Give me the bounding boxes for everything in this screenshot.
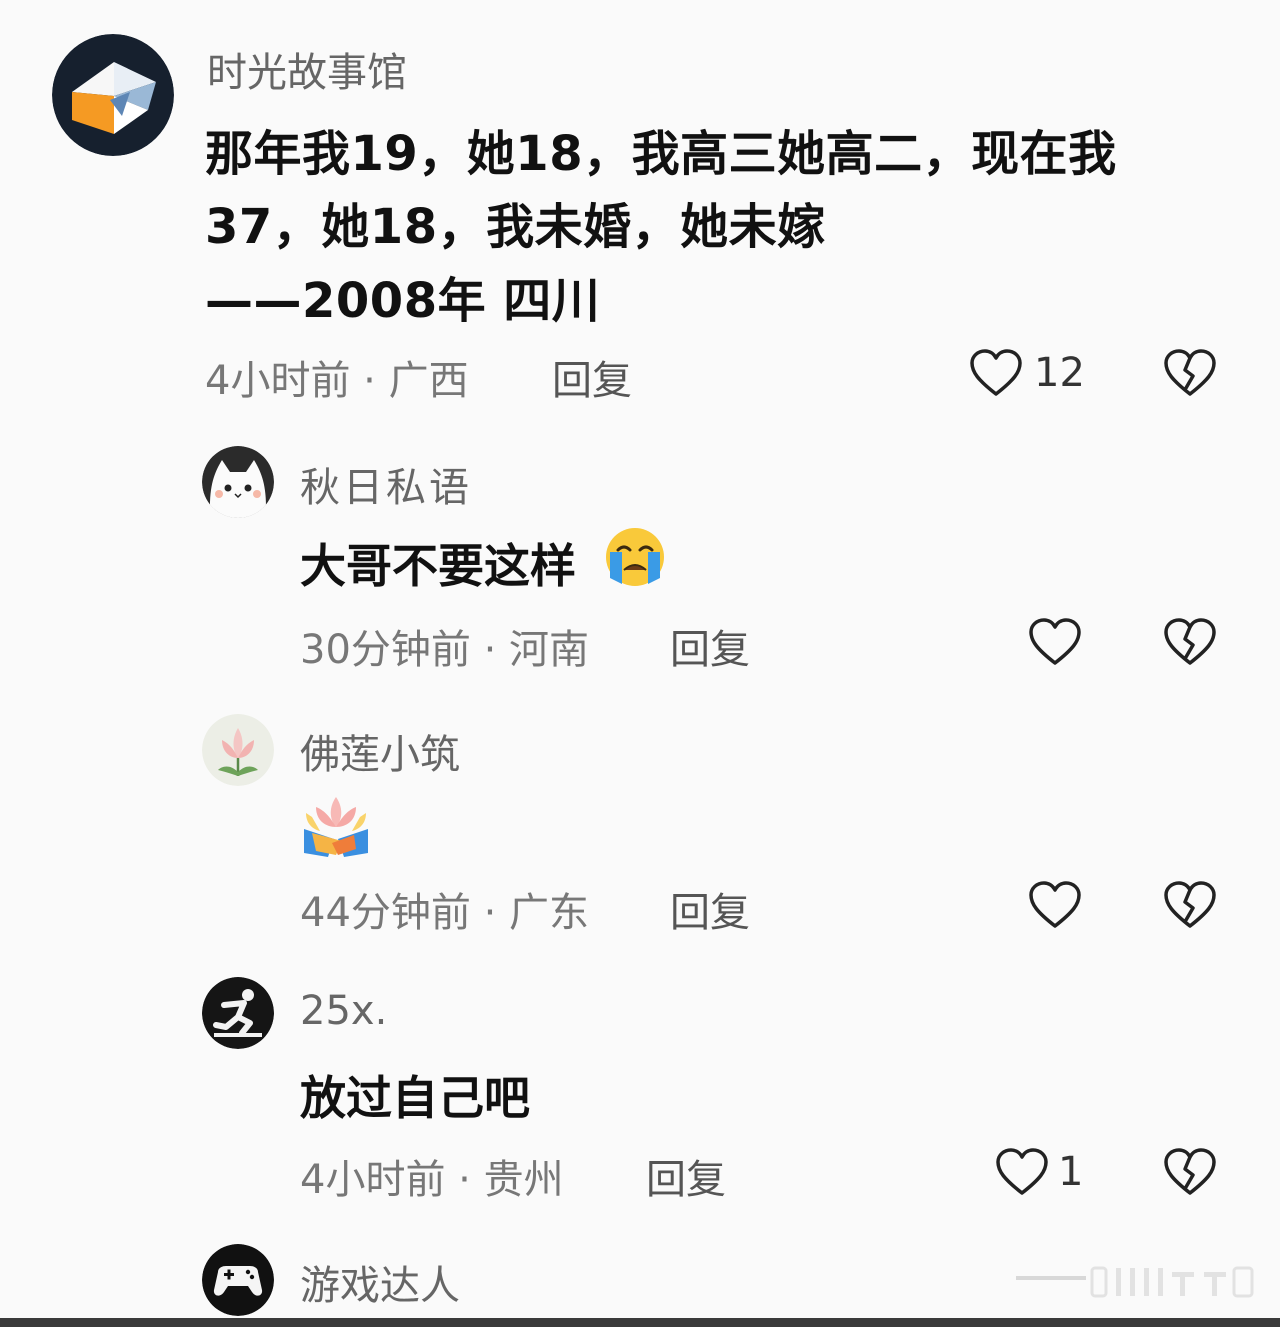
heart-icon [1029, 618, 1081, 665]
comment-meta: 30分钟前 · 河南 [300, 627, 590, 673]
lotus-avatar[interactable] [202, 714, 274, 786]
broken-heart-icon [1164, 881, 1216, 928]
comment-username[interactable]: 25x. [300, 988, 387, 1034]
dislike-button[interactable] [1162, 615, 1218, 671]
runner-avatar[interactable] [202, 977, 274, 1049]
comment-text-line: 37，她18，我未婚，她未嫁 [205, 199, 826, 255]
comment-text-line: ——2008年 四川 [205, 273, 601, 329]
like-button[interactable] [1027, 878, 1083, 934]
broken-heart-icon [1164, 618, 1216, 665]
broken-heart-icon [1164, 1148, 1216, 1195]
dislike-button[interactable] [1162, 1145, 1218, 1201]
dislike-button[interactable] [1162, 346, 1218, 402]
bottom-edge-bar [0, 1318, 1280, 1327]
heart-icon [1029, 881, 1081, 928]
comment-username[interactable]: 游戏达人 [300, 1253, 460, 1311]
comment-text-line: 那年我19，她18，我高三她高二，现在我 [205, 126, 1117, 182]
comment-username[interactable]: 时光故事馆 [207, 40, 407, 98]
comment-text: 放过自己吧 [300, 1071, 530, 1125]
like-button[interactable] [968, 346, 1024, 402]
reply-button[interactable]: 回复 [670, 617, 750, 675]
cat-face-avatar[interactable] [202, 446, 274, 518]
like-button[interactable] [994, 1145, 1050, 1201]
comment-text: 大哥不要这样 [300, 539, 576, 593]
lotus-hands-emoji [298, 789, 374, 859]
like-count: 1 [1058, 1149, 1084, 1195]
heart-icon [996, 1148, 1048, 1195]
watermark-logo [1012, 1262, 1257, 1302]
play-logo-avatar[interactable] [52, 34, 174, 156]
like-button[interactable] [1027, 615, 1083, 671]
heart-icon [970, 349, 1022, 396]
dislike-button[interactable] [1162, 878, 1218, 934]
reply-button[interactable]: 回复 [552, 348, 632, 406]
comment-meta: 44分钟前 · 广东 [300, 890, 590, 936]
reply-button[interactable]: 回复 [646, 1147, 726, 1205]
comment-username[interactable]: 佛莲小筑 [300, 722, 460, 780]
loudly-crying-face-emoji [602, 526, 668, 588]
comment-username[interactable]: 秋日私语 [300, 455, 472, 513]
broken-heart-icon [1164, 349, 1216, 396]
comment-meta: 4小时前 · 贵州 [300, 1157, 564, 1203]
comment-meta: 4小时前 · 广西 [205, 358, 469, 404]
gamepad-avatar[interactable] [202, 1244, 274, 1316]
reply-button[interactable]: 回复 [670, 880, 750, 938]
like-count: 12 [1034, 350, 1085, 396]
